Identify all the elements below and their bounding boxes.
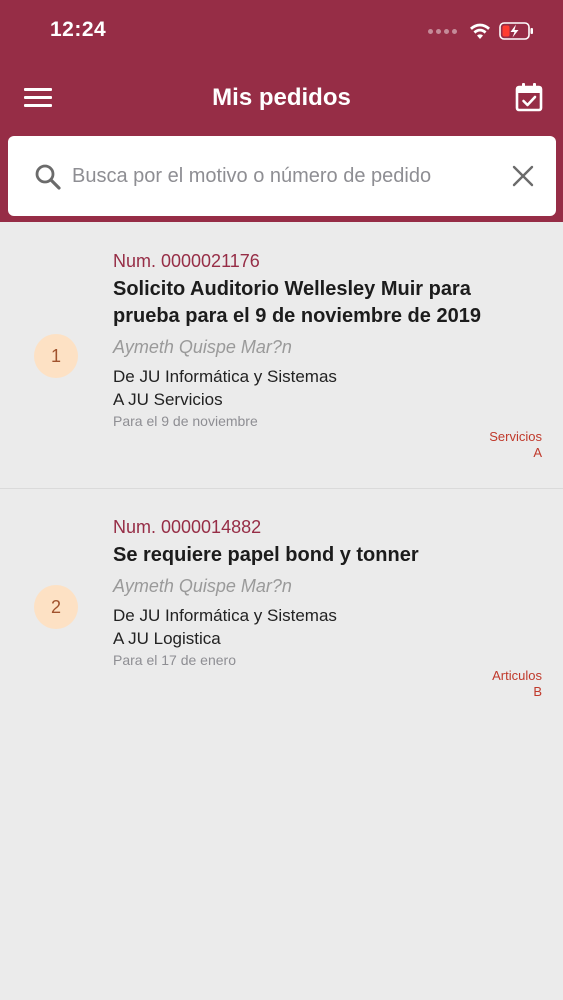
order-from: De JU Informática y Sistemas	[113, 367, 337, 386]
order-content: Num. 0000021176 Solicito Auditorio Welle…	[113, 250, 543, 431]
page-title: Mis pedidos	[212, 84, 351, 111]
order-number: Num. 0000014882	[113, 517, 262, 537]
order-index-badge: 1	[34, 334, 78, 378]
wifi-icon	[470, 23, 490, 39]
order-requester: Aymeth Quispe Mar?n	[113, 576, 292, 596]
order-item[interactable]: Num. 0000021176 Solicito Auditorio Welle…	[0, 222, 563, 489]
search-bar	[8, 136, 556, 216]
search-input[interactable]	[72, 158, 492, 194]
order-from: De JU Informática y Sistemas	[113, 606, 337, 625]
app-header: 12:24 Mis pedidos	[0, 0, 563, 222]
order-to: A JU Logistica	[113, 629, 221, 648]
order-subject: Se requiere papel bond y tonner	[113, 544, 419, 566]
order-category-level: B	[533, 684, 542, 699]
order-content: Num. 0000014882 Se requiere papel bond y…	[113, 516, 543, 670]
order-to: A JU Servicios	[113, 390, 223, 409]
order-item[interactable]: Num. 0000014882 Se requiere papel bond y…	[0, 489, 563, 749]
close-icon[interactable]	[512, 165, 534, 187]
order-category-level: A	[533, 445, 542, 460]
order-due-date: Para el 17 de enero	[113, 652, 236, 668]
order-due-date: Para el 9 de noviembre	[113, 413, 258, 429]
order-index-badge: 2	[34, 585, 78, 629]
order-category-label: Servicios	[489, 429, 542, 444]
order-category: Servicios A	[489, 429, 542, 461]
order-list: Num. 0000021176 Solicito Auditorio Welle…	[0, 222, 563, 749]
order-category: Articulos B	[492, 668, 542, 700]
battery-charging-icon	[499, 22, 533, 40]
order-category-label: Articulos	[492, 668, 542, 683]
status-icons	[428, 19, 535, 43]
calendar-check-icon[interactable]	[515, 82, 543, 112]
order-number: Num. 0000021176	[113, 251, 260, 271]
status-time: 12:24	[50, 18, 107, 41]
search-icon	[35, 164, 61, 190]
order-subject: Solicito Auditorio Wellesley Muir para p…	[113, 278, 481, 327]
signal-icon	[428, 28, 457, 34]
order-requester: Aymeth Quispe Mar?n	[113, 337, 292, 357]
